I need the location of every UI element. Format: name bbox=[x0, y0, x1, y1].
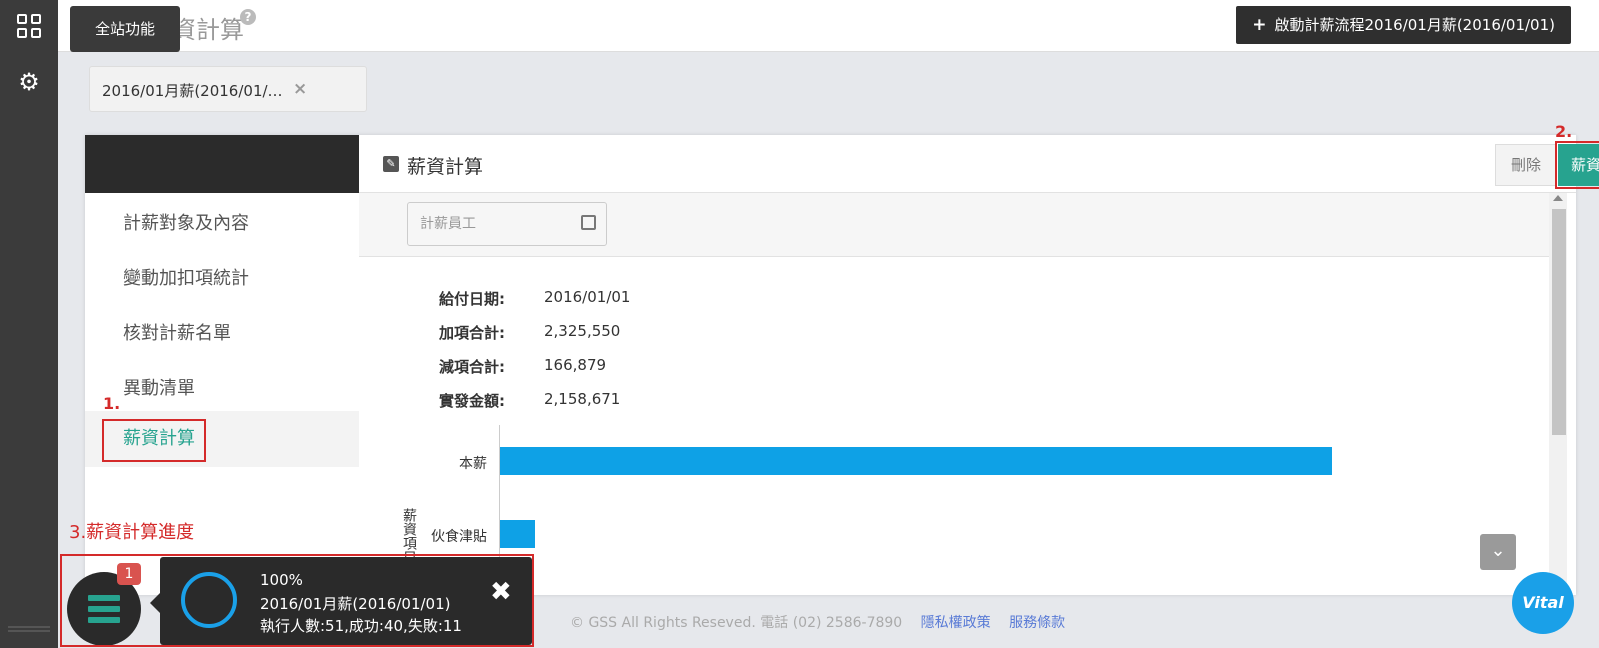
chart-bar bbox=[500, 520, 535, 548]
start-payroll-label: 啟動計薪流程2016/01月薪(2016/01/01) bbox=[1274, 16, 1555, 34]
scroll-down-button[interactable]: ⌄ bbox=[1480, 534, 1516, 570]
nav-item-changes[interactable]: 異動清單 bbox=[85, 361, 359, 417]
chart-category-label: 伙食津貼 bbox=[431, 529, 487, 545]
content-title: 薪資計算 bbox=[407, 156, 484, 178]
summary-row: 實發金額: 2,158,671 bbox=[439, 390, 630, 424]
step-1-highlight bbox=[102, 419, 206, 462]
content-scrollbar[interactable] bbox=[1549, 193, 1567, 595]
edit-icon: ✎ bbox=[383, 156, 399, 172]
payroll-summary: 給付日期: 2016/01/01 加項合計: 2,325,550 減項合計: 166,… bbox=[439, 288, 630, 424]
nav-item-targets[interactable]: 計薪對象及內容 bbox=[85, 196, 359, 252]
start-payroll-button[interactable]: + 啟動計薪流程2016/01月薪(2016/01/01) bbox=[1236, 6, 1571, 44]
external-link-icon bbox=[581, 215, 596, 230]
footer: © GSS All Rights Reseved. 電話 (02) 2586-7… bbox=[570, 612, 1065, 632]
step-2-annotation: 2. bbox=[1555, 122, 1573, 141]
summary-key: 加項合計: bbox=[439, 324, 505, 342]
summary-value: 166,879 bbox=[544, 356, 607, 374]
vital-chat-button[interactable]: Vital bbox=[1512, 572, 1574, 634]
plus-icon: + bbox=[1252, 15, 1267, 35]
site-functions-tooltip: 全站功能 bbox=[70, 6, 180, 52]
summary-key: 實發金額: bbox=[439, 392, 505, 410]
scrollbar-thumb[interactable] bbox=[1552, 209, 1566, 435]
left-rail: ⚙ bbox=[0, 0, 58, 648]
content-area: 計薪員工 給付日期: 2016/01/01 加項合計: 2,325,550 減項合計… bbox=[359, 193, 1549, 595]
summary-value: 2,325,550 bbox=[544, 322, 621, 340]
employee-filter-button[interactable]: 計薪員工 bbox=[407, 202, 607, 246]
scroll-up-arrow-icon[interactable] bbox=[1553, 195, 1563, 201]
chart-bar bbox=[500, 447, 1332, 475]
summary-key: 減項合計: bbox=[439, 358, 505, 376]
summary-key: 給付日期: bbox=[439, 290, 505, 308]
nav-item-variable-stats[interactable]: 變動加扣項統計 bbox=[85, 251, 359, 307]
main-card: ✎ 薪資計算 2. 刪除 薪資計算 計薪對象及內容 變動加扣項統計 核對計薪名單… bbox=[69, 122, 1599, 595]
top-header: 薪資計算 ? + 啟動計薪流程2016/01月薪(2016/01/01) bbox=[58, 0, 1599, 52]
payroll-tab-chip[interactable]: 2016/01月薪(2016/01/… × bbox=[89, 66, 367, 112]
footer-copyright: © GSS All Rights Reseved. 電話 (02) 2586-7… bbox=[570, 615, 903, 631]
nav-item-verify-list[interactable]: 核對計薪名單 bbox=[85, 306, 359, 362]
close-tab-icon[interactable]: × bbox=[293, 79, 307, 99]
rail-footer-decoration bbox=[8, 626, 50, 632]
content-toolbar: ✎ 薪資計算 2. 刪除 薪資計算 bbox=[359, 122, 1599, 193]
summary-value: 2016/01/01 bbox=[544, 288, 631, 306]
step-1-annotation: 1. bbox=[103, 394, 121, 413]
step-3-annotation: 3.薪資計算進度 bbox=[69, 522, 195, 543]
summary-row: 加項合計: 2,325,550 bbox=[439, 322, 630, 356]
side-nav: 計薪對象及內容 變動加扣項統計 核對計薪名單 異動清單 薪資計算 1. 3.薪資… bbox=[69, 193, 359, 595]
summary-row: 減項合計: 166,879 bbox=[439, 356, 630, 390]
terms-link[interactable]: 服務條款 bbox=[1009, 615, 1065, 631]
summary-value: 2,158,671 bbox=[544, 390, 621, 408]
privacy-link[interactable]: 隱私權政策 bbox=[921, 615, 991, 631]
payroll-tab-label: 2016/01月薪(2016/01/… bbox=[102, 82, 283, 100]
employee-filter-label: 計薪員工 bbox=[420, 216, 476, 232]
step-3-highlight bbox=[60, 554, 534, 647]
summary-row: 給付日期: 2016/01/01 bbox=[439, 288, 630, 322]
chart-category-label: 本薪 bbox=[459, 456, 487, 472]
calculate-payroll-button[interactable]: 薪資計算 bbox=[1555, 141, 1599, 189]
delete-button[interactable]: 刪除 bbox=[1495, 144, 1557, 186]
filter-bar: 計薪員工 bbox=[359, 193, 1549, 257]
nav-header bbox=[85, 135, 359, 193]
apps-grid-icon[interactable] bbox=[17, 14, 41, 38]
help-icon[interactable]: ? bbox=[240, 9, 256, 25]
payroll-items-chart: 薪資項目 本薪 伙食津貼 bbox=[359, 425, 1549, 595]
gear-icon[interactable]: ⚙ bbox=[15, 68, 43, 96]
